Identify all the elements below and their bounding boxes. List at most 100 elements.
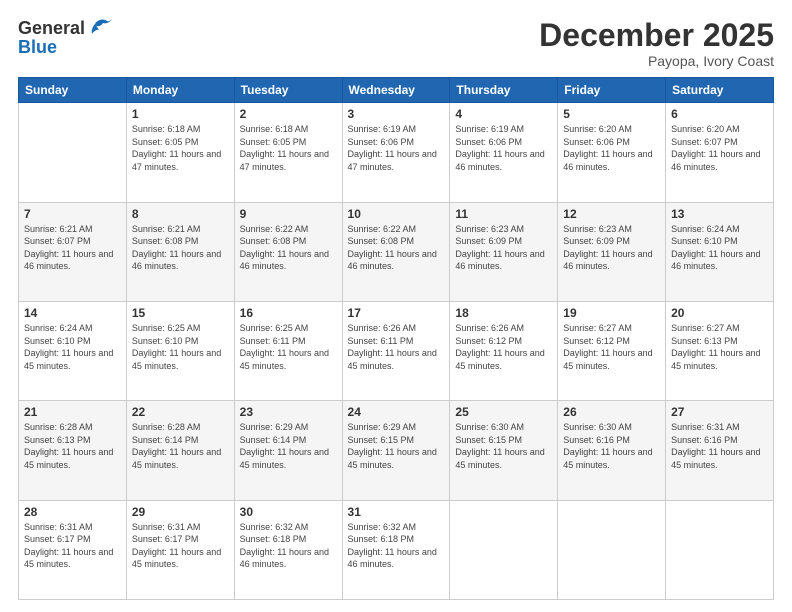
calendar-cell	[558, 500, 666, 599]
calendar-cell: 24 Sunrise: 6:29 AM Sunset: 6:15 PM Dayli…	[342, 401, 450, 500]
calendar-cell: 8 Sunrise: 6:21 AM Sunset: 6:08 PM Daylig…	[126, 202, 234, 301]
day-number: 29	[132, 505, 229, 519]
header: General Blue December 2025 Payopa, Ivory…	[18, 18, 774, 69]
logo-blue: Blue	[18, 37, 57, 58]
calendar-week-row: 28 Sunrise: 6:31 AM Sunset: 6:17 PM Dayli…	[19, 500, 774, 599]
day-number: 25	[455, 405, 552, 419]
calendar-cell: 4 Sunrise: 6:19 AM Sunset: 6:06 PM Daylig…	[450, 103, 558, 202]
calendar-cell: 13Sunrise: 6:24 AM Sunset: 6:10 PM Dayli…	[666, 202, 774, 301]
weekday-header-thursday: Thursday	[450, 78, 558, 103]
cell-info: Sunrise: 6:31 AM Sunset: 6:17 PM Dayligh…	[132, 521, 229, 571]
logo-general: General	[18, 18, 85, 39]
calendar-cell: 3Sunrise: 6:19 AM Sunset: 6:06 PM Daylig…	[342, 103, 450, 202]
cell-info: Sunrise: 6:32 AM Sunset: 6:18 PM Dayligh…	[240, 521, 337, 571]
calendar-cell: 12Sunrise: 6:23 AM Sunset: 6:09 PM Dayli…	[558, 202, 666, 301]
weekday-header-wednesday: Wednesday	[342, 78, 450, 103]
cell-info: Sunrise: 6:23 AM Sunset: 6:09 PM Dayligh…	[455, 223, 552, 273]
calendar-cell: 20 Sunrise: 6:27 AM Sunset: 6:13 PM Dayli…	[666, 301, 774, 400]
day-number: 6	[671, 107, 768, 121]
cell-info: Sunrise: 6:29 AM Sunset: 6:15 PM Dayligh…	[348, 421, 445, 471]
cell-info: Sunrise: 6:25 AM Sunset: 6:10 PM Dayligh…	[132, 322, 229, 372]
day-number: 17	[348, 306, 445, 320]
day-number: 31	[348, 505, 445, 519]
day-number: 30	[240, 505, 337, 519]
day-number: 20	[671, 306, 768, 320]
cell-info: Sunrise: 6:22 AM Sunset: 6:08 PM Dayligh…	[240, 223, 337, 273]
cell-info: Sunrise: 6:21 AM Sunset: 6:08 PM Dayligh…	[132, 223, 229, 273]
location: Payopa, Ivory Coast	[539, 53, 774, 69]
title-block: December 2025 Payopa, Ivory Coast	[539, 18, 774, 69]
cell-info: Sunrise: 6:31 AM Sunset: 6:16 PM Dayligh…	[671, 421, 768, 471]
calendar-week-row: 21 Sunrise: 6:28 AM Sunset: 6:13 PM Dayli…	[19, 401, 774, 500]
day-number: 5	[563, 107, 660, 121]
cell-info: Sunrise: 6:18 AM Sunset: 6:05 PM Dayligh…	[132, 123, 229, 173]
calendar-week-row: 1 Sunrise: 6:18 AM Sunset: 6:05 PM Daylig…	[19, 103, 774, 202]
calendar-cell: 16 Sunrise: 6:25 AM Sunset: 6:11 PM Dayli…	[234, 301, 342, 400]
calendar-cell	[19, 103, 127, 202]
calendar-cell: 29 Sunrise: 6:31 AM Sunset: 6:17 PM Dayli…	[126, 500, 234, 599]
calendar-cell: 28 Sunrise: 6:31 AM Sunset: 6:17 PM Dayli…	[19, 500, 127, 599]
calendar-cell: 18Sunrise: 6:26 AM Sunset: 6:12 PM Dayli…	[450, 301, 558, 400]
day-number: 2	[240, 107, 337, 121]
cell-info: Sunrise: 6:24 AM Sunset: 6:10 PM Dayligh…	[24, 322, 121, 372]
day-number: 22	[132, 405, 229, 419]
weekday-header-saturday: Saturday	[666, 78, 774, 103]
day-number: 23	[240, 405, 337, 419]
day-number: 28	[24, 505, 121, 519]
day-number: 26	[563, 405, 660, 419]
calendar-cell: 11Sunrise: 6:23 AM Sunset: 6:09 PM Dayli…	[450, 202, 558, 301]
calendar-cell: 21 Sunrise: 6:28 AM Sunset: 6:13 PM Dayli…	[19, 401, 127, 500]
cell-info: Sunrise: 6:28 AM Sunset: 6:14 PM Dayligh…	[132, 421, 229, 471]
cell-info: Sunrise: 6:18 AM Sunset: 6:05 PM Dayligh…	[240, 123, 337, 173]
day-number: 24	[348, 405, 445, 419]
calendar-week-row: 7Sunrise: 6:21 AM Sunset: 6:07 PM Daylig…	[19, 202, 774, 301]
day-number: 12	[563, 207, 660, 221]
cell-info: Sunrise: 6:20 AM Sunset: 6:07 PM Dayligh…	[671, 123, 768, 173]
cell-info: Sunrise: 6:30 AM Sunset: 6:15 PM Dayligh…	[455, 421, 552, 471]
calendar-cell: 7Sunrise: 6:21 AM Sunset: 6:07 PM Daylig…	[19, 202, 127, 301]
calendar-cell: 10Sunrise: 6:22 AM Sunset: 6:08 PM Dayli…	[342, 202, 450, 301]
cell-info: Sunrise: 6:25 AM Sunset: 6:11 PM Dayligh…	[240, 322, 337, 372]
day-number: 1	[132, 107, 229, 121]
cell-info: Sunrise: 6:20 AM Sunset: 6:06 PM Dayligh…	[563, 123, 660, 173]
cell-info: Sunrise: 6:24 AM Sunset: 6:10 PM Dayligh…	[671, 223, 768, 273]
logo: General Blue	[18, 18, 113, 58]
page: General Blue December 2025 Payopa, Ivory…	[0, 0, 792, 612]
day-number: 16	[240, 306, 337, 320]
day-number: 4	[455, 107, 552, 121]
calendar-cell: 5 Sunrise: 6:20 AM Sunset: 6:06 PM Daylig…	[558, 103, 666, 202]
weekday-header-sunday: Sunday	[19, 78, 127, 103]
calendar-cell: 25 Sunrise: 6:30 AM Sunset: 6:15 PM Dayli…	[450, 401, 558, 500]
calendar-week-row: 14 Sunrise: 6:24 AM Sunset: 6:10 PM Dayli…	[19, 301, 774, 400]
calendar-cell: 1 Sunrise: 6:18 AM Sunset: 6:05 PM Daylig…	[126, 103, 234, 202]
day-number: 15	[132, 306, 229, 320]
day-number: 9	[240, 207, 337, 221]
cell-info: Sunrise: 6:22 AM Sunset: 6:08 PM Dayligh…	[348, 223, 445, 273]
calendar-cell	[666, 500, 774, 599]
cell-info: Sunrise: 6:32 AM Sunset: 6:18 PM Dayligh…	[348, 521, 445, 571]
weekday-header-monday: Monday	[126, 78, 234, 103]
cell-info: Sunrise: 6:26 AM Sunset: 6:11 PM Dayligh…	[348, 322, 445, 372]
day-number: 8	[132, 207, 229, 221]
calendar-cell: 6 Sunrise: 6:20 AM Sunset: 6:07 PM Daylig…	[666, 103, 774, 202]
calendar-cell: 14 Sunrise: 6:24 AM Sunset: 6:10 PM Dayli…	[19, 301, 127, 400]
calendar-cell: 30 Sunrise: 6:32 AM Sunset: 6:18 PM Dayli…	[234, 500, 342, 599]
logo-bird-icon	[87, 16, 113, 38]
cell-info: Sunrise: 6:19 AM Sunset: 6:06 PM Dayligh…	[455, 123, 552, 173]
day-number: 14	[24, 306, 121, 320]
day-number: 21	[24, 405, 121, 419]
cell-info: Sunrise: 6:28 AM Sunset: 6:13 PM Dayligh…	[24, 421, 121, 471]
calendar-table: SundayMondayTuesdayWednesdayThursdayFrid…	[18, 77, 774, 600]
cell-info: Sunrise: 6:27 AM Sunset: 6:13 PM Dayligh…	[671, 322, 768, 372]
cell-info: Sunrise: 6:26 AM Sunset: 6:12 PM Dayligh…	[455, 322, 552, 372]
month-title: December 2025	[539, 18, 774, 53]
cell-info: Sunrise: 6:31 AM Sunset: 6:17 PM Dayligh…	[24, 521, 121, 571]
calendar-cell: 17 Sunrise: 6:26 AM Sunset: 6:11 PM Dayli…	[342, 301, 450, 400]
day-number: 19	[563, 306, 660, 320]
calendar-cell: 27 Sunrise: 6:31 AM Sunset: 6:16 PM Dayli…	[666, 401, 774, 500]
day-number: 27	[671, 405, 768, 419]
day-number: 7	[24, 207, 121, 221]
calendar-cell	[450, 500, 558, 599]
cell-info: Sunrise: 6:27 AM Sunset: 6:12 PM Dayligh…	[563, 322, 660, 372]
weekday-header-tuesday: Tuesday	[234, 78, 342, 103]
